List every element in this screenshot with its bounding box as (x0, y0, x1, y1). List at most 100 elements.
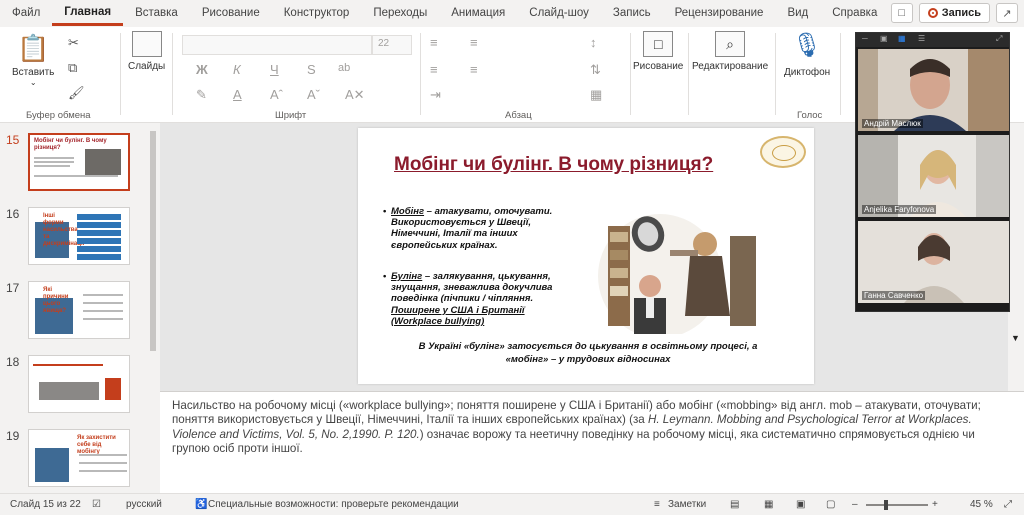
drawing-button[interactable]: □ Рисование (633, 31, 683, 72)
video-tile[interactable]: Anjelika Faryfonova (858, 135, 1009, 217)
bullet-mobbing: • Мобінг – атакувати, оточувати. Викорис… (383, 206, 553, 251)
accessibility-status[interactable]: Специальные возможности: проверьте реком… (208, 499, 459, 510)
right-tools: □ Запись ↗ (890, 3, 1018, 23)
slides-label: Слайды (128, 61, 166, 72)
scroll-down-icon[interactable]: ▼ (1011, 333, 1020, 343)
italic-button[interactable]: К (233, 62, 241, 77)
thumbnail-item[interactable]: 16 Інші форми насильства та дискримінаці… (0, 205, 145, 275)
menu-file[interactable]: Файл (0, 0, 52, 27)
copy-icon[interactable]: ⧉ (68, 60, 77, 76)
menu-home[interactable]: Главная (52, 1, 124, 26)
notes-text[interactable]: Насильство на робочому місці («workplace… (172, 399, 1012, 457)
clipboard-icon: 📋 (17, 33, 50, 63)
new-slide-icon (131, 31, 162, 57)
char-spacing-button[interactable]: ab (338, 62, 350, 74)
vertical-scrollbar[interactable]: ▼ (1008, 123, 1024, 391)
video-tile[interactable]: Андрій Маслюк (858, 49, 1009, 131)
clear-format-icon[interactable]: A✕ (345, 87, 365, 103)
thumbnail-number: 16 (6, 207, 20, 221)
font-size-field[interactable]: 22 (372, 35, 412, 55)
font-grow-icon[interactable]: Aˆ (270, 87, 283, 102)
align-text-icon[interactable]: ⇅ (590, 62, 601, 78)
current-slide[interactable]: Мобінг чи булінг. В чому різниця? • Мобі… (358, 128, 814, 384)
slide-sorter-icon[interactable]: ▦ (764, 499, 773, 510)
font-name-field[interactable] (182, 35, 372, 55)
thumbnail-item[interactable]: 17 Які причини цього явища? (0, 279, 145, 349)
options-icon[interactable]: ☰ (918, 34, 925, 43)
thumbnail-item[interactable]: 19 Як захистити себе від мобінгу (0, 427, 145, 493)
numbering-icon[interactable]: ≡ (470, 35, 478, 50)
thumbnail-preview: Мобінг чи булінг. В чому різниця? (28, 133, 130, 191)
voice-group-label: Голос (797, 110, 823, 121)
editing-button[interactable]: ⌕ Редактирование (692, 31, 768, 72)
cut-icon[interactable]: ✂ (68, 35, 79, 51)
bold-button[interactable]: Ж (196, 62, 208, 77)
thumbnail-title: Інші форми насильства та дискримінації (43, 213, 85, 247)
status-bar: Слайд 15 из 22 ☑ русский ♿ Специальные в… (0, 493, 1024, 515)
slide-counter: Слайд 15 из 22 (10, 499, 81, 510)
underline-button[interactable]: Ч (270, 62, 279, 77)
align-center-icon[interactable]: ≡ (470, 62, 478, 77)
notes-toggle[interactable]: Заметки (668, 499, 706, 510)
comments-icon[interactable]: □ (890, 3, 913, 23)
record-icon (927, 8, 938, 18)
minimize-icon[interactable]: ─ (862, 34, 868, 43)
font-shrink-icon[interactable]: Aˇ (307, 87, 320, 102)
menu-draw[interactable]: Рисование (190, 0, 272, 27)
menu-animations[interactable]: Анимация (439, 0, 517, 27)
slides-button[interactable]: Слайды (128, 31, 165, 72)
bullet-bullying: • Булінг – залякування, цькування, знуща… (383, 271, 553, 327)
search-icon: ⌕ (715, 31, 746, 57)
clipboard-group-label: Буфер обмена (26, 110, 91, 121)
font-color-button[interactable]: A (233, 87, 242, 102)
bullets-icon[interactable]: ≡ (430, 35, 438, 50)
notes-icon[interactable]: ≡ (654, 499, 660, 510)
highlight-icon[interactable]: ✎ (196, 87, 207, 103)
gallery-view-icon[interactable]: ▦ (898, 34, 906, 43)
indent-icon[interactable]: ⇥ (430, 87, 441, 103)
shapes-icon: □ (643, 31, 674, 57)
video-panel: ─ ▣ ▦ ☰ ⤢ Андрій Маслюк Anjelika Faryfon… (855, 32, 1010, 312)
zoom-in-icon[interactable]: + (932, 499, 938, 510)
video-tile[interactable]: Ганна Савченко (858, 221, 1009, 303)
share-icon[interactable]: ↗ (996, 3, 1018, 23)
slideshow-icon[interactable]: ▢ (826, 499, 835, 510)
spellcheck-icon[interactable]: ☑ (92, 499, 101, 510)
menu-transitions[interactable]: Переходы (361, 0, 439, 27)
text-direction-icon[interactable]: ↕ (590, 35, 597, 50)
smartart-icon[interactable]: ▦ (590, 87, 602, 103)
language-indicator[interactable]: русский (126, 499, 162, 510)
thumbnail-scrollbar[interactable] (147, 123, 159, 493)
thumbnail-item[interactable]: 18 (0, 353, 145, 423)
menu-design[interactable]: Конструктор (272, 0, 362, 27)
fit-slide-icon[interactable]: ⤢ (1004, 499, 1012, 510)
speaker-view-icon[interactable]: ▣ (880, 34, 888, 43)
paste-button[interactable]: 📋 Вставить ⌄ (12, 33, 54, 87)
accessibility-icon[interactable]: ♿ (195, 499, 207, 510)
thumbnail-item[interactable]: 15 Мобінг чи булінг. В чому різниця? (0, 131, 145, 201)
menu-view[interactable]: Вид (775, 0, 820, 27)
menu-review[interactable]: Рецензирование (663, 0, 776, 27)
dictation-button[interactable]: 🎙 Диктофон (784, 31, 830, 78)
menu-slideshow[interactable]: Слайд-шоу (517, 0, 601, 27)
chevron-down-icon: ⌄ (29, 78, 37, 87)
zoom-slider-thumb[interactable] (884, 500, 888, 510)
align-left-icon[interactable]: ≡ (430, 62, 438, 77)
thumbnail-preview (28, 355, 130, 413)
zoom-out-icon[interactable]: – (852, 499, 858, 510)
menu-help[interactable]: Справка (820, 0, 889, 27)
reading-view-icon[interactable]: ▣ (796, 499, 805, 510)
menu-record[interactable]: Запись (601, 0, 663, 27)
thumbnail-preview: Інші форми насильства та дискримінації (28, 207, 130, 265)
zoom-level[interactable]: 45 % (970, 499, 993, 510)
notes-pane[interactable]: Насильство на робочому місці («workplace… (160, 391, 1024, 493)
record-button[interactable]: Запись (918, 3, 990, 23)
menu-insert[interactable]: Вставка (123, 0, 190, 27)
thumbnail-pane: 15 Мобінг чи булінг. В чому різниця? 16 … (0, 123, 145, 493)
thumbnail-number: 15 (6, 133, 20, 147)
zoom-slider[interactable] (866, 500, 928, 510)
normal-view-icon[interactable]: ▤ (730, 499, 739, 510)
strikethrough-button[interactable]: S (307, 62, 316, 77)
format-painter-icon[interactable]: 🖌 (68, 85, 85, 101)
expand-icon[interactable]: ⤢ (996, 34, 1002, 44)
